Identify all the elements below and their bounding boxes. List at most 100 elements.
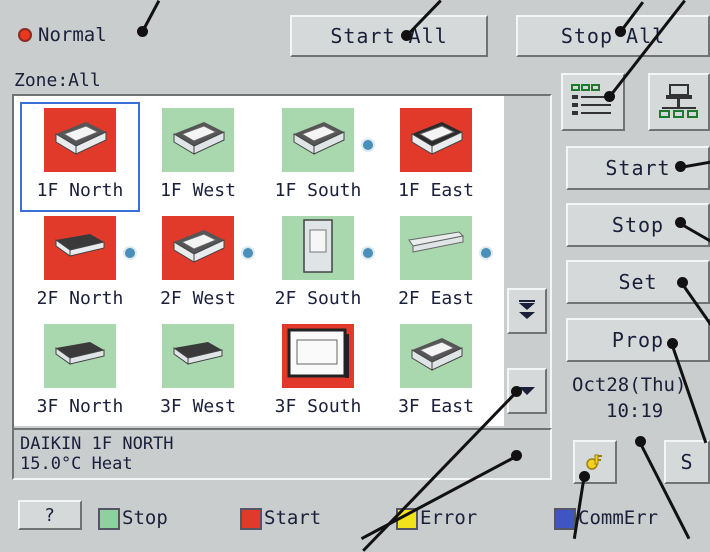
start-label: Start — [605, 156, 671, 180]
prop-label: Prop — [611, 328, 665, 352]
ac-unit-icon — [50, 116, 110, 164]
stop-all-button[interactable]: Stop All — [516, 15, 710, 57]
unit-name-label: 2F East — [398, 288, 474, 309]
start-button[interactable]: Start — [566, 146, 710, 190]
list-view-button[interactable] — [561, 73, 625, 131]
unit-name-label: 2F West — [160, 288, 236, 309]
legend-start-swatch — [240, 508, 262, 530]
callout-dot — [675, 217, 686, 228]
start-all-button[interactable]: Start All — [290, 15, 488, 57]
ac-unit-icon — [406, 332, 466, 380]
unit-tile[interactable]: 3F East — [376, 318, 496, 428]
legend-commerr-swatch — [554, 508, 576, 530]
s-label: S — [680, 450, 694, 474]
unit-tile[interactable]: 3F West — [138, 318, 258, 428]
callout-dot — [137, 26, 148, 37]
time-display: 10:19 — [606, 400, 664, 422]
unit-tile[interactable]: 1F East — [376, 102, 496, 212]
radio-on-icon — [18, 28, 32, 42]
help-label: ? — [44, 504, 56, 526]
group-view-icon — [659, 84, 698, 118]
ac-unit-icon — [288, 116, 348, 164]
unit-grid-panel: 1F North 1F West 1F South 1F East 2F North 2F… — [12, 94, 552, 430]
legend-stop-swatch — [98, 508, 120, 530]
callout-dot — [604, 91, 615, 102]
unit-name-label: 2F North — [36, 288, 124, 309]
ac-unit-icon — [50, 334, 110, 378]
callout-dot — [615, 26, 626, 37]
unit-name-label: 1F West — [160, 180, 236, 201]
stop-label: Stop — [611, 213, 665, 237]
ac-unit-icon — [168, 224, 228, 272]
unit-tile[interactable]: 2F West — [138, 210, 258, 320]
zone-label: Zone:All — [14, 70, 101, 91]
unit-name-label: 1F South — [274, 180, 362, 201]
callout-dot — [401, 30, 412, 41]
callout-dot — [675, 161, 686, 172]
unit-name-label: 3F East — [398, 396, 474, 417]
set-button[interactable]: Set — [566, 260, 710, 304]
unit-name-label: 2F South — [274, 288, 362, 309]
legend-start-label: Start — [264, 507, 322, 529]
legend-error-label: Error — [420, 507, 478, 529]
callout-dot — [579, 471, 590, 482]
link-indicator-icon — [361, 246, 375, 260]
ac-unit-icon — [50, 226, 110, 270]
s-button[interactable]: S — [664, 440, 710, 484]
unit-name-label: 3F South — [274, 396, 362, 417]
unit-tile[interactable]: 1F North — [20, 102, 140, 212]
ac-unit-icon — [168, 334, 228, 378]
unit-info-line1: DAIKIN 1F NORTH — [20, 434, 174, 454]
mode-label: Normal — [38, 24, 107, 46]
scroll-page-down-button[interactable] — [507, 288, 547, 334]
list-view-icon — [571, 84, 611, 115]
double-chevron-down-icon — [519, 300, 535, 319]
unit-status-icon — [162, 324, 234, 388]
key-icon — [586, 454, 602, 470]
unit-status-icon — [282, 216, 354, 280]
unit-info-line2: 15.0°C Heat — [20, 454, 133, 474]
unit-tile[interactable]: 2F South — [258, 210, 378, 320]
unit-status-icon — [400, 324, 472, 388]
unit-name-label: 1F East — [398, 180, 474, 201]
unit-status-icon — [44, 216, 116, 280]
unit-status-icon — [282, 108, 354, 172]
unit-tile[interactable]: 1F South — [258, 102, 378, 212]
unit-status-icon — [162, 108, 234, 172]
unit-status-icon — [44, 324, 116, 388]
ac-unit-icon — [298, 218, 338, 278]
unit-status-icon — [162, 216, 234, 280]
prop-button[interactable]: Prop — [566, 318, 710, 362]
unit-status-icon — [400, 216, 472, 280]
callout-dot — [677, 277, 688, 288]
callout-dot — [511, 386, 522, 397]
unit-name-label: 3F North — [36, 396, 124, 417]
unit-status-icon — [44, 108, 116, 172]
unit-name-label: 3F West — [160, 396, 236, 417]
start-all-label: Start All — [330, 24, 448, 48]
link-indicator-icon — [123, 246, 137, 260]
legend-stop-label: Stop — [122, 507, 168, 529]
set-label: Set — [618, 270, 658, 294]
unit-tile[interactable]: 2F East — [376, 210, 496, 320]
unit-tile[interactable]: 3F South — [258, 318, 378, 428]
link-indicator-icon — [479, 246, 493, 260]
unit-tile[interactable]: 1F West — [138, 102, 258, 212]
link-indicator-icon — [241, 246, 255, 260]
ac-unit-icon — [405, 228, 467, 268]
ac-unit-icon — [285, 326, 351, 386]
ac-unit-icon — [406, 116, 466, 164]
ac-unit-icon — [168, 116, 228, 164]
stop-button[interactable]: Stop — [566, 203, 710, 247]
callout-dot — [667, 338, 678, 349]
help-button[interactable]: ? — [18, 500, 82, 530]
unit-grid: 1F North 1F West 1F South 1F East 2F North 2F… — [14, 96, 504, 426]
group-view-button[interactable] — [648, 73, 710, 131]
legend-commerr-label: CommErr — [578, 507, 659, 529]
unit-tile[interactable]: 3F North — [20, 318, 140, 428]
mode-indicator[interactable]: Normal — [18, 20, 107, 50]
link-indicator-icon — [361, 138, 375, 152]
callout-dot — [635, 436, 646, 447]
date-display: Oct28(Thu) — [572, 374, 687, 396]
unit-tile[interactable]: 2F North — [20, 210, 140, 320]
